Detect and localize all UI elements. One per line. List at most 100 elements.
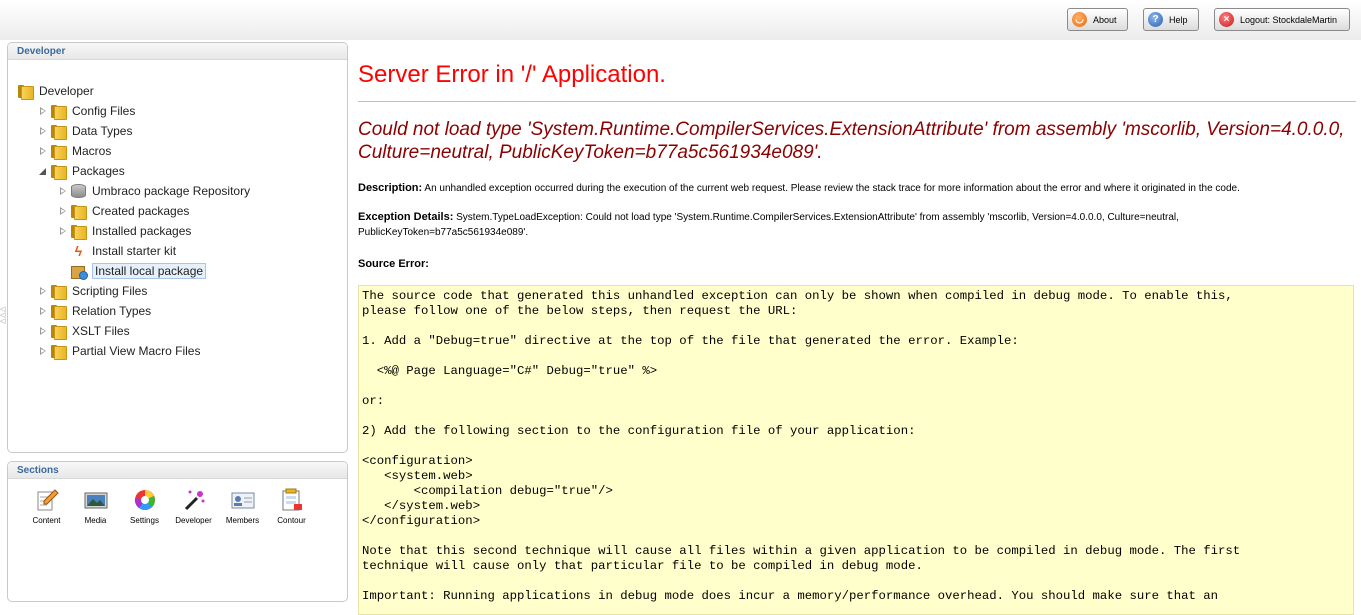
folder-icon	[18, 84, 34, 100]
description-label: Description:	[358, 182, 423, 194]
error-title: Server Error in '/' Application.	[358, 61, 666, 88]
logout-label: Logout: StockdaleMartin	[1240, 14, 1338, 25]
section-label: Media	[84, 516, 107, 525]
code-line: or:	[362, 394, 385, 408]
description-paragraph: Description: An unhandled exception occu…	[358, 181, 1348, 196]
code-line: 2) Add the following section to the conf…	[362, 424, 916, 438]
help-icon: ?	[1148, 12, 1163, 27]
expand-arrow-icon[interactable]	[38, 106, 48, 116]
section-label: Members	[225, 516, 260, 525]
expand-arrow-icon[interactable]	[58, 226, 68, 236]
folder-icon	[51, 164, 67, 180]
expand-arrow-icon[interactable]	[58, 186, 68, 196]
description-text: An unhandled exception occurred during t…	[424, 183, 1240, 194]
tree-item-label: Umbraco package Repository	[92, 184, 251, 198]
tree-item[interactable]: Installed packages	[58, 222, 191, 240]
folder-icon	[51, 284, 67, 300]
expand-arrow-icon[interactable]	[38, 346, 48, 356]
package-icon	[71, 264, 88, 280]
section-content-button[interactable]: Content	[22, 488, 71, 525]
tree-item[interactable]: Packages	[38, 162, 125, 180]
tree-item[interactable]: Developer	[18, 82, 94, 100]
color-wheel-icon	[133, 488, 157, 512]
tree-item-label: Macros	[72, 144, 112, 158]
sections-row: Content Media Settings Developer Members Cont…	[22, 488, 316, 525]
code-line: please follow one of the below steps, th…	[362, 304, 798, 318]
section-label: Contour	[277, 516, 306, 525]
tree-item[interactable]: Umbraco package Repository	[58, 182, 250, 200]
tree-item-label: Scripting Files	[72, 284, 148, 298]
source-error-label: Source Error:	[358, 258, 429, 270]
tree-item[interactable]: ϟ Install starter kit	[58, 242, 176, 260]
expand-arrow-icon[interactable]	[38, 286, 48, 296]
code-line: 1. Add a "Debug=true" directive at the t…	[362, 334, 1019, 348]
exception-text: System.TypeLoadException: Could not load…	[358, 212, 1179, 238]
section-media-button[interactable]: Media	[71, 488, 120, 525]
folder-icon	[71, 224, 87, 240]
panel-collapse-handle[interactable]: ◁ ◁ ◁	[0, 306, 6, 325]
database-icon	[71, 184, 86, 198]
tree-item[interactable]: Relation Types	[38, 302, 151, 320]
exception-details-paragraph: Exception Details: System.TypeLoadExcept…	[358, 210, 1348, 240]
picture-icon	[84, 488, 108, 512]
folder-icon	[51, 344, 67, 360]
tree-item[interactable]: Created packages	[58, 202, 189, 220]
tree-item[interactable]: Config Files	[38, 102, 135, 120]
tree-item-label: Created packages	[92, 204, 190, 218]
expand-arrow-icon[interactable]	[38, 326, 48, 336]
section-members-button[interactable]: Members	[218, 488, 267, 525]
source-error-code-block: The source code that generated this unha…	[358, 285, 1354, 615]
developer-tree-panel: Developer Developer Config Files Data Type…	[7, 42, 348, 453]
section-contour-button[interactable]: Contour	[267, 488, 316, 525]
form-icon	[280, 488, 304, 512]
help-button[interactable]: ? Help	[1143, 8, 1199, 31]
folder-icon	[71, 204, 87, 220]
expand-arrow-icon[interactable]	[58, 206, 68, 216]
section-label: Developer	[175, 516, 212, 525]
code-line: Important: Running applications in debug…	[362, 589, 1219, 603]
tree-item[interactable]: XSLT Files	[38, 322, 130, 340]
magic-wand-icon	[182, 488, 206, 512]
code-line: The source code that generated this unha…	[362, 289, 1233, 303]
section-developer-button[interactable]: Developer	[169, 488, 218, 525]
tree-item-label: Partial View Macro Files	[72, 344, 201, 358]
tree-item[interactable]: Install local package	[58, 262, 207, 280]
logout-button[interactable]: × Logout: StockdaleMartin	[1214, 8, 1350, 31]
code-line: </configuration>	[362, 514, 481, 528]
tree-item-label: Installed packages	[92, 224, 192, 238]
tree-item[interactable]: Scripting Files	[38, 282, 147, 300]
exception-label: Exception Details:	[358, 211, 454, 223]
tree-item[interactable]: Macros	[38, 142, 111, 160]
folder-icon	[51, 304, 67, 320]
tree-panel-title: Developer	[8, 43, 347, 60]
expand-arrow-icon[interactable]	[38, 126, 48, 136]
error-message: Could not load type 'System.Runtime.Comp…	[358, 119, 1345, 163]
about-label: About	[1093, 14, 1117, 25]
code-line: <compilation debug="true"/>	[362, 484, 613, 498]
section-settings-button[interactable]: Settings	[120, 488, 169, 525]
top-toolbar: ◡ About ? Help × Logout: StockdaleMartin	[0, 0, 1361, 40]
about-button[interactable]: ◡ About	[1067, 8, 1128, 31]
title-divider	[358, 101, 1356, 102]
expand-arrow-icon[interactable]	[38, 146, 48, 156]
code-line: </system.web>	[362, 499, 481, 513]
help-label: Help	[1169, 14, 1188, 25]
tree-item-label: Developer	[39, 84, 94, 98]
folder-icon	[51, 144, 67, 160]
tree-item[interactable]: Data Types	[38, 122, 132, 140]
tree-item[interactable]: Partial View Macro Files	[38, 342, 200, 360]
expand-open-arrow-icon[interactable]	[38, 166, 48, 176]
folder-icon	[51, 324, 67, 340]
code-line: <%@ Page Language="C#" Debug="true" %>	[362, 364, 658, 378]
tree-item-label: Relation Types	[72, 304, 152, 318]
sections-panel-title: Sections	[8, 462, 347, 479]
members-card-icon	[231, 488, 255, 512]
expand-arrow-icon[interactable]	[38, 306, 48, 316]
sections-panel: Sections Content Media Settings Developer Me…	[7, 461, 348, 602]
lightning-icon: ϟ	[74, 243, 83, 259]
